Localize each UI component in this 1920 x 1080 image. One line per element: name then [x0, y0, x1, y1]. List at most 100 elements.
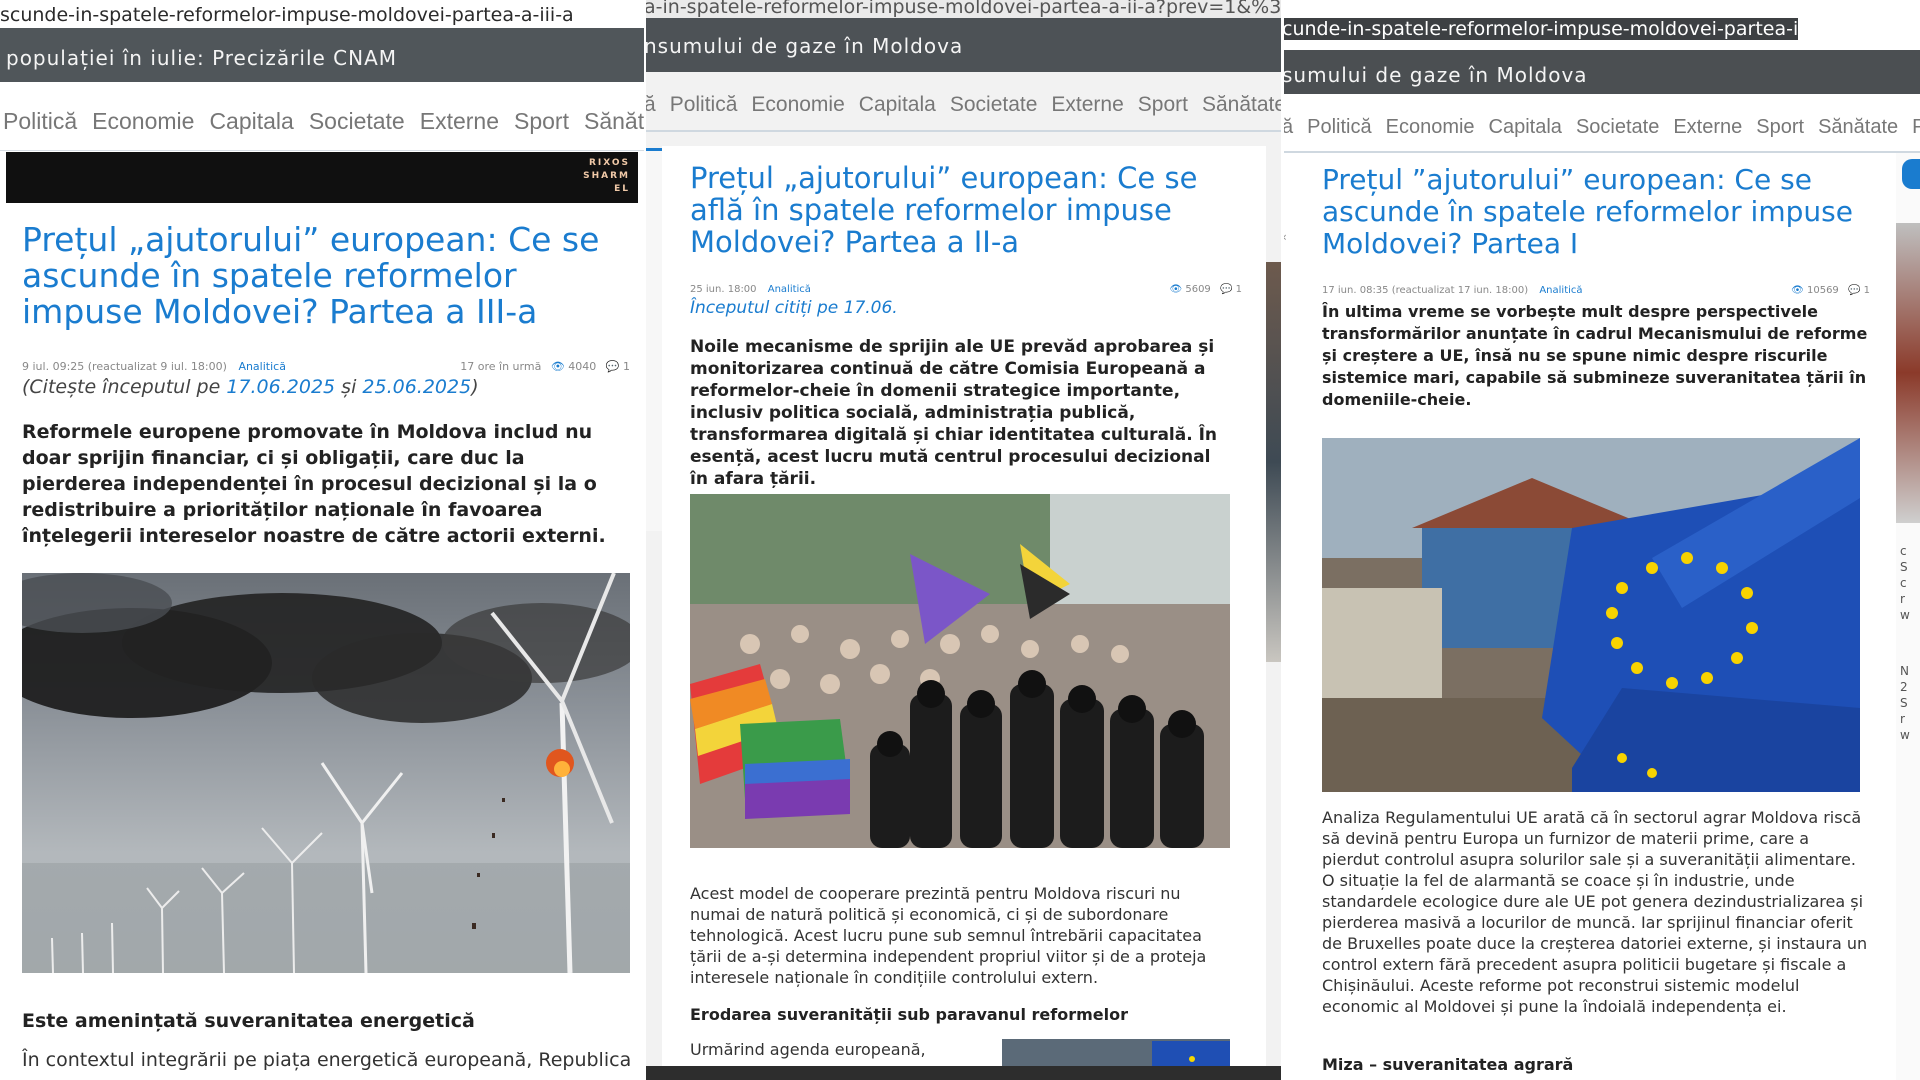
article-meta: 9 iul. 09:25 (reactualizat 9 iul. 18:00)…: [22, 360, 630, 373]
breaking-news-text[interactable]: nsumului de gaze în Moldova: [644, 34, 963, 58]
article-body: Acest model de cooperare prezintă pentru…: [690, 884, 1207, 987]
right-sidebar-edge: [1266, 262, 1282, 662]
main-nav: Politică Economie Capitala Societate Ext…: [0, 108, 644, 135]
nav-item-externe[interactable]: Externe: [1673, 116, 1742, 139]
intro-link-1[interactable]: 17.06.2025: [226, 376, 335, 398]
article-category[interactable]: Analitică: [238, 360, 286, 373]
screenshot-panel-part-1: cunde-in-spatele-reformelor-impuse-moldo…: [1282, 0, 1920, 1080]
article-body: Analiza Regulamentului UE arată că în se…: [1322, 808, 1868, 1016]
nav-item-politica[interactable]: Politică: [1307, 116, 1371, 139]
comment-count: 1: [1235, 284, 1242, 295]
article-title: Prețul ”ajutorului” european: Ce se ascu…: [1322, 163, 1853, 260]
nav-item-politica[interactable]: Politică: [3, 108, 77, 135]
breaking-news-bar: populației în iulie: Precizările CNAM: [0, 28, 644, 82]
nav-divider: [644, 130, 1282, 132]
nav-item-capitala[interactable]: Capitala: [1489, 116, 1562, 139]
address-bar[interactable]: cunde-in-spatele-reformelor-impuse-moldo…: [1282, 16, 1920, 42]
view-count: 10569: [1806, 285, 1839, 296]
bottom-bar: [644, 1066, 1282, 1080]
article-image[interactable]: [22, 573, 630, 973]
article-image[interactable]: [690, 494, 1230, 848]
comment-count: 1: [623, 360, 630, 373]
breaking-news-bar: sumului de gaze în Moldova: [1282, 50, 1920, 94]
nav-item-externe[interactable]: Externe: [1051, 93, 1123, 117]
nav-item-societate[interactable]: Societate: [1576, 116, 1659, 139]
nav-item-societate[interactable]: Societate: [309, 108, 405, 135]
comment-icon[interactable]: 💬: [1848, 285, 1860, 296]
article-body-start: Urmărind agenda europeană,: [690, 1040, 926, 1059]
ad-banner-text: RIXOS SHARM EL: [583, 158, 630, 194]
breaking-news-text[interactable]: populației în iulie: Precizările CNAM: [6, 46, 397, 70]
breaking-news-text[interactable]: sumului de gaze în Moldova: [1282, 63, 1588, 87]
left-sidebar-edge: [644, 148, 662, 531]
url-text[interactable]: a-in-spatele-reformelor-impuse-moldovei-…: [644, 0, 1282, 18]
article-subheading: Erodarea suveranității sub paravanul ref…: [690, 1005, 1128, 1024]
nav-item-economie[interactable]: Economie: [751, 93, 844, 117]
article-stats: 17 ore în urmă 👁 4040 💬 1: [460, 360, 630, 373]
sidebar-char: c: [1900, 576, 1907, 590]
article-lead: În ultima vreme se vorbește mult despre …: [1322, 302, 1868, 409]
burning-wind-turbine-photo: [22, 573, 630, 973]
sidebar-badge[interactable]: [1902, 159, 1920, 189]
address-bar[interactable]: scunde-in-spatele-reformelor-impuse-mold…: [0, 2, 644, 28]
sidebar-char: w: [1900, 608, 1910, 622]
sidebar-char: S: [1900, 560, 1908, 574]
comment-count: 1: [1863, 285, 1870, 296]
sidebar-image[interactable]: [1896, 223, 1920, 523]
article-intro[interactable]: Începutul citiți pe 17.06.: [690, 298, 898, 318]
article-category[interactable]: Analitică: [1539, 285, 1582, 296]
article-meta: 17 iun. 08:35 (reactualizat 17 iun. 18:0…: [1322, 285, 1870, 296]
nav-item-capitala[interactable]: Capitala: [209, 108, 293, 135]
nav-item-societate[interactable]: Societate: [950, 93, 1038, 117]
article-stats: 👁 10569 💬 1: [1791, 285, 1870, 296]
article-stats: 👁 5609 💬 1: [1169, 284, 1242, 295]
sidebar-char: w: [1900, 728, 1910, 742]
screenshot-panel-part-2: a-in-spatele-reformelor-impuse-moldovei-…: [644, 0, 1282, 1080]
nav-item-partial-end[interactable]: P: [1912, 116, 1920, 139]
sidebar-text: c S c r w N 2 S r w: [1900, 543, 1918, 743]
article-date: 17 iun. 08:35 (reactualizat 17 iun. 18:0…: [1322, 285, 1529, 296]
eye-icon: 👁: [550, 360, 565, 373]
intro-prefix: (Citește începutul pe: [22, 376, 227, 398]
breaking-news-bar: nsumului de gaze în Moldova: [644, 18, 1282, 72]
article-image[interactable]: [1322, 438, 1860, 792]
intro-mid: și: [335, 376, 363, 398]
pride-march-police-photo: [690, 494, 1230, 848]
article-category[interactable]: Analitică: [768, 284, 811, 295]
comment-icon[interactable]: 💬: [1220, 284, 1232, 295]
main-nav: ă Politică Economie Capitala Societate E…: [644, 93, 1282, 117]
intro-suffix: ): [471, 376, 479, 398]
comment-icon[interactable]: 💬: [606, 360, 620, 373]
article-lead: Noile mecanisme de sprijin ale UE prevăd…: [690, 337, 1218, 489]
view-count: 4040: [568, 360, 597, 373]
article-meta: 25 iun. 18:00 Analitică 👁 5609 💬 1: [690, 284, 1242, 295]
article-intro: (Citește începutul pe 17.06.2025 și 25.0…: [22, 376, 479, 398]
url-text-selected[interactable]: cunde-in-spatele-reformelor-impuse-moldo…: [1282, 18, 1799, 40]
ad-banner[interactable]: RIXOS SHARM EL: [6, 152, 638, 203]
nav-item-sport[interactable]: Sport: [514, 108, 569, 135]
nav-item-externe[interactable]: Externe: [420, 108, 499, 135]
nav-item-sport[interactable]: Sport: [1756, 116, 1804, 139]
article-lead: Reformele europene promovate în Moldova …: [22, 421, 606, 547]
nav-item-sanatate[interactable]: Sănătate: [1818, 116, 1898, 139]
eu-flag-village-photo: [1322, 438, 1860, 792]
nav-item-capitala[interactable]: Capitala: [859, 93, 936, 117]
eye-icon: 👁: [1169, 284, 1183, 295]
nav-item-sanatate[interactable]: Sănătate: [1202, 93, 1282, 117]
nav-item-economie[interactable]: Economie: [1386, 116, 1475, 139]
article-subheading: Miza – suveranitatea agrară: [1322, 1055, 1574, 1074]
url-text[interactable]: scunde-in-spatele-reformelor-impuse-mold…: [0, 4, 574, 26]
article-body-start: În contextul integrării pe piața energet…: [22, 1049, 632, 1071]
nav-item-sanatate[interactable]: Sănăta: [584, 108, 644, 135]
main-nav: ă Politică Economie Capitala Societate E…: [1282, 116, 1920, 139]
intro-link-2[interactable]: 25.06.2025: [362, 376, 471, 398]
nav-item-politica[interactable]: Politică: [670, 93, 738, 117]
nav-divider: [0, 150, 644, 151]
address-bar[interactable]: a-in-spatele-reformelor-impuse-moldovei-…: [644, 0, 1282, 20]
nav-item-sport[interactable]: Sport: [1138, 93, 1188, 117]
sidebar-char: N: [1900, 664, 1909, 678]
panel-separator: [1281, 0, 1284, 1080]
nav-item-economie[interactable]: Economie: [92, 108, 194, 135]
right-sidebar-edge: c S c r w N 2 S r w: [1896, 153, 1920, 1080]
article-date: 9 iul. 09:25 (reactualizat 9 iul. 18:00): [22, 360, 227, 373]
